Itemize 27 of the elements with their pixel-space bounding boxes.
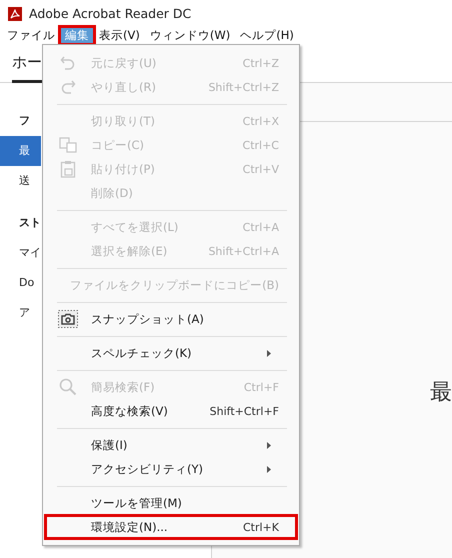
menu-item[interactable]: スナップショット(A) <box>45 307 297 331</box>
camera-icon <box>58 310 78 328</box>
sidebar-item[interactable]: 送 <box>0 166 41 196</box>
menu-bar-item[interactable]: ウィンドウ(W) <box>144 27 236 44</box>
sidebar-item[interactable]: マイ <box>0 238 41 268</box>
menu-item[interactable]: 環境設定(N)... Ctrl+K <box>45 515 297 539</box>
sidebar-heading: フ <box>18 113 31 129</box>
window-title: Adobe Acrobat Reader DC <box>29 6 192 21</box>
menu-item[interactable]: アクセシビリティ(Y) <box>45 457 297 481</box>
copy-icon <box>59 137 77 153</box>
search-icon <box>59 378 77 396</box>
menu-item[interactable]: 保護(I) <box>45 433 297 457</box>
sidebar-item[interactable]: Do <box>0 268 41 298</box>
page-heading: 最 <box>430 380 452 406</box>
menu-item[interactable]: スペルチェック(K) <box>45 341 297 365</box>
menu-item[interactable]: 高度な検索(V) Shift+Ctrl+F <box>45 399 297 423</box>
redo-icon <box>60 79 76 95</box>
clipboard-icon <box>60 160 76 178</box>
menu-item[interactable]: ツールを管理(M) <box>45 491 297 515</box>
menu-bar-item[interactable]: 表示(V) <box>94 27 145 44</box>
undo-icon <box>60 55 76 71</box>
menu-bar-item[interactable]: ヘルプ(H) <box>235 27 299 44</box>
sidebar-item[interactable]: 最 <box>0 136 41 166</box>
sidebar-heading: スト <box>18 215 41 231</box>
sidebar-item[interactable]: ア <box>0 298 41 328</box>
menu-bar-item[interactable]: ファイル <box>2 27 60 44</box>
app-logo-icon <box>8 6 22 20</box>
